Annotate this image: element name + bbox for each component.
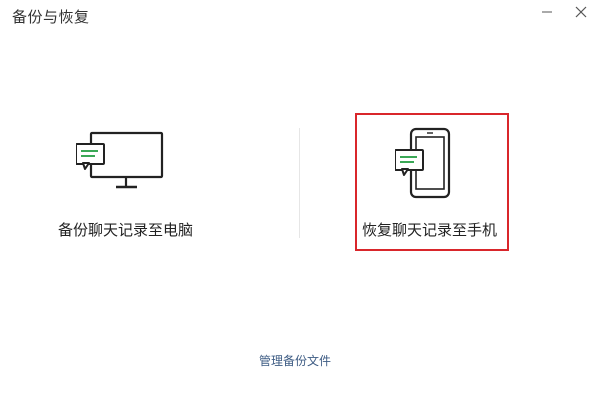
- minimize-button[interactable]: [536, 2, 558, 22]
- restore-to-phone-option[interactable]: 恢复聊天记录至手机: [355, 113, 509, 251]
- close-icon: [575, 6, 587, 18]
- options-divider: [299, 128, 300, 238]
- backup-option-label: 备份聊天记录至电脑: [58, 221, 194, 239]
- backup-restore-window: 备份与恢复 备份聊天记录至电脑 恢复聊天记录至手机 管理备份文件: [0, 0, 600, 400]
- monitor-icon: [76, 131, 164, 189]
- minimize-icon: [542, 11, 552, 13]
- close-button[interactable]: [570, 2, 592, 22]
- manage-backup-files-link[interactable]: 管理备份文件: [259, 352, 331, 369]
- restore-option-label: 恢复聊天记录至手机: [362, 221, 498, 239]
- backup-to-computer-option[interactable]: 备份聊天记录至电脑: [40, 116, 240, 252]
- window-title: 备份与恢复: [12, 8, 90, 26]
- phone-icon: [395, 127, 451, 199]
